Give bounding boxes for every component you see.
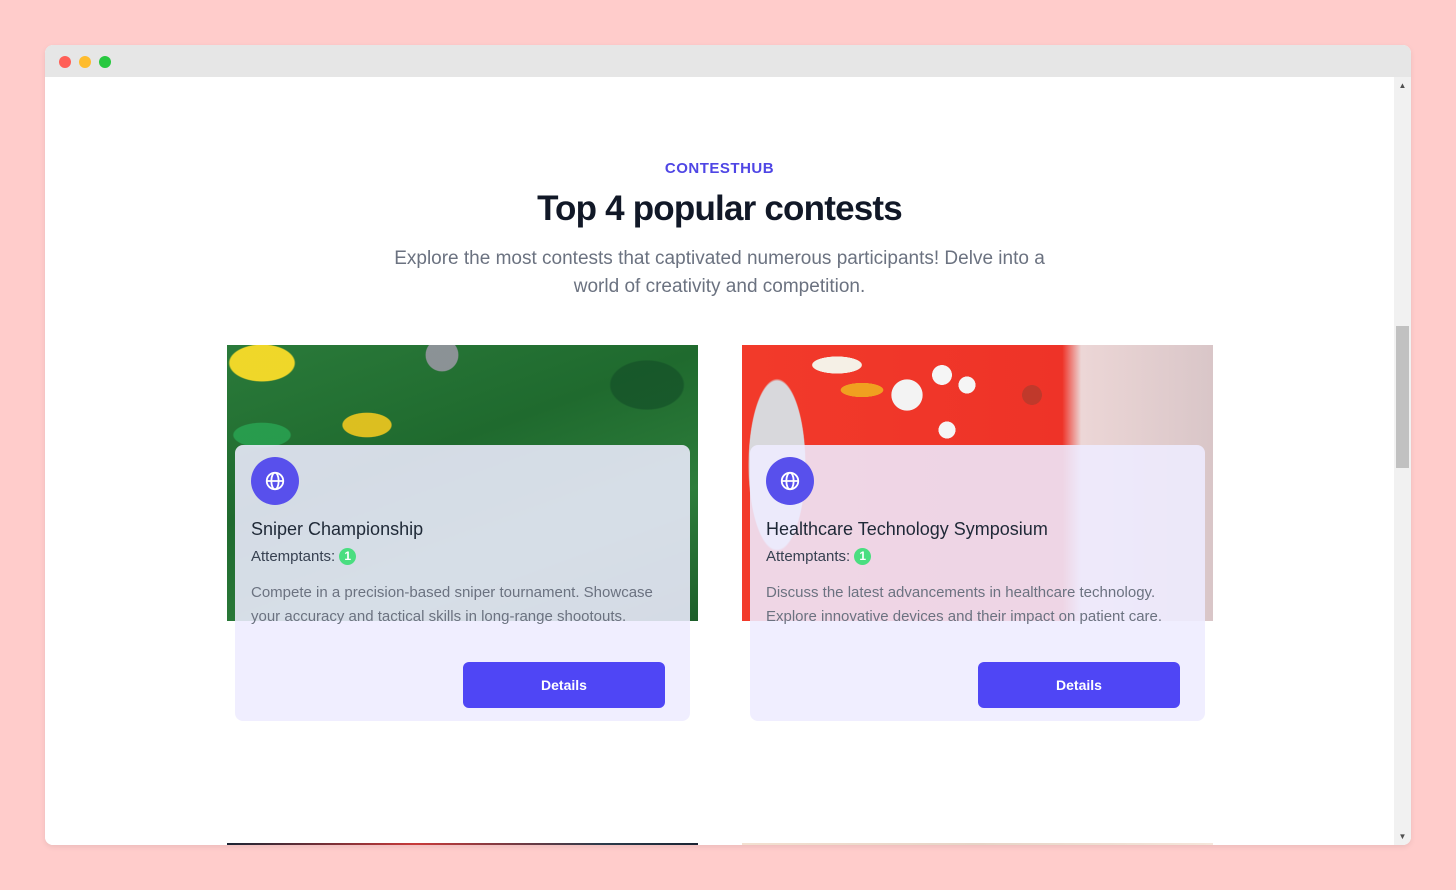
contest-description: Compete in a precision-based sniper tour…	[251, 584, 653, 625]
details-button[interactable]: Details	[978, 662, 1180, 708]
contest-title: Sniper Championship	[251, 519, 424, 539]
attempt-row: Attemptants: 1	[251, 548, 357, 565]
globe-icon	[251, 457, 299, 505]
attempt-label: Attemptants:	[251, 548, 336, 565]
attempt-count-badge: 1	[854, 548, 872, 565]
section-eyebrow: CONTESTHUB	[664, 160, 775, 177]
vertical-scrollbar[interactable]: ▲ ▼	[1394, 77, 1411, 845]
scroll-down-arrow-icon[interactable]: ▼	[1394, 828, 1411, 845]
next-contest-image-edge	[227, 843, 698, 845]
globe-icon	[766, 457, 814, 505]
contest-card: Sniper Championship Attemptants: 1 Compe…	[235, 445, 690, 721]
section-heading: Top 4 popular contests	[537, 189, 903, 228]
attempt-row: Attemptants: 1	[766, 548, 872, 565]
browser-window: CONTESTHUB Top 4 popular contests Explor…	[45, 45, 1411, 845]
details-button[interactable]: Details	[463, 662, 665, 708]
contest-title: Healthcare Technology Symposium	[766, 519, 1048, 539]
scrollbar-thumb[interactable]	[1396, 326, 1409, 468]
page-viewport: CONTESTHUB Top 4 popular contests Explor…	[45, 77, 1394, 845]
scroll-up-arrow-icon[interactable]: ▲	[1394, 77, 1411, 94]
contest-card: Healthcare Technology Symposium Attempta…	[750, 445, 1205, 721]
minimize-window-button[interactable]	[79, 56, 91, 68]
attempt-label: Attemptants:	[766, 548, 851, 565]
contest-description: Discuss the latest advancements in healt…	[766, 584, 1163, 625]
window-titlebar	[45, 45, 1411, 77]
section-subtitle: Explore the most contests that captivate…	[394, 248, 1045, 297]
maximize-window-button[interactable]	[99, 56, 111, 68]
attempt-count-badge: 1	[339, 548, 357, 565]
next-contest-image-edge	[742, 843, 1213, 845]
close-window-button[interactable]	[59, 56, 71, 68]
